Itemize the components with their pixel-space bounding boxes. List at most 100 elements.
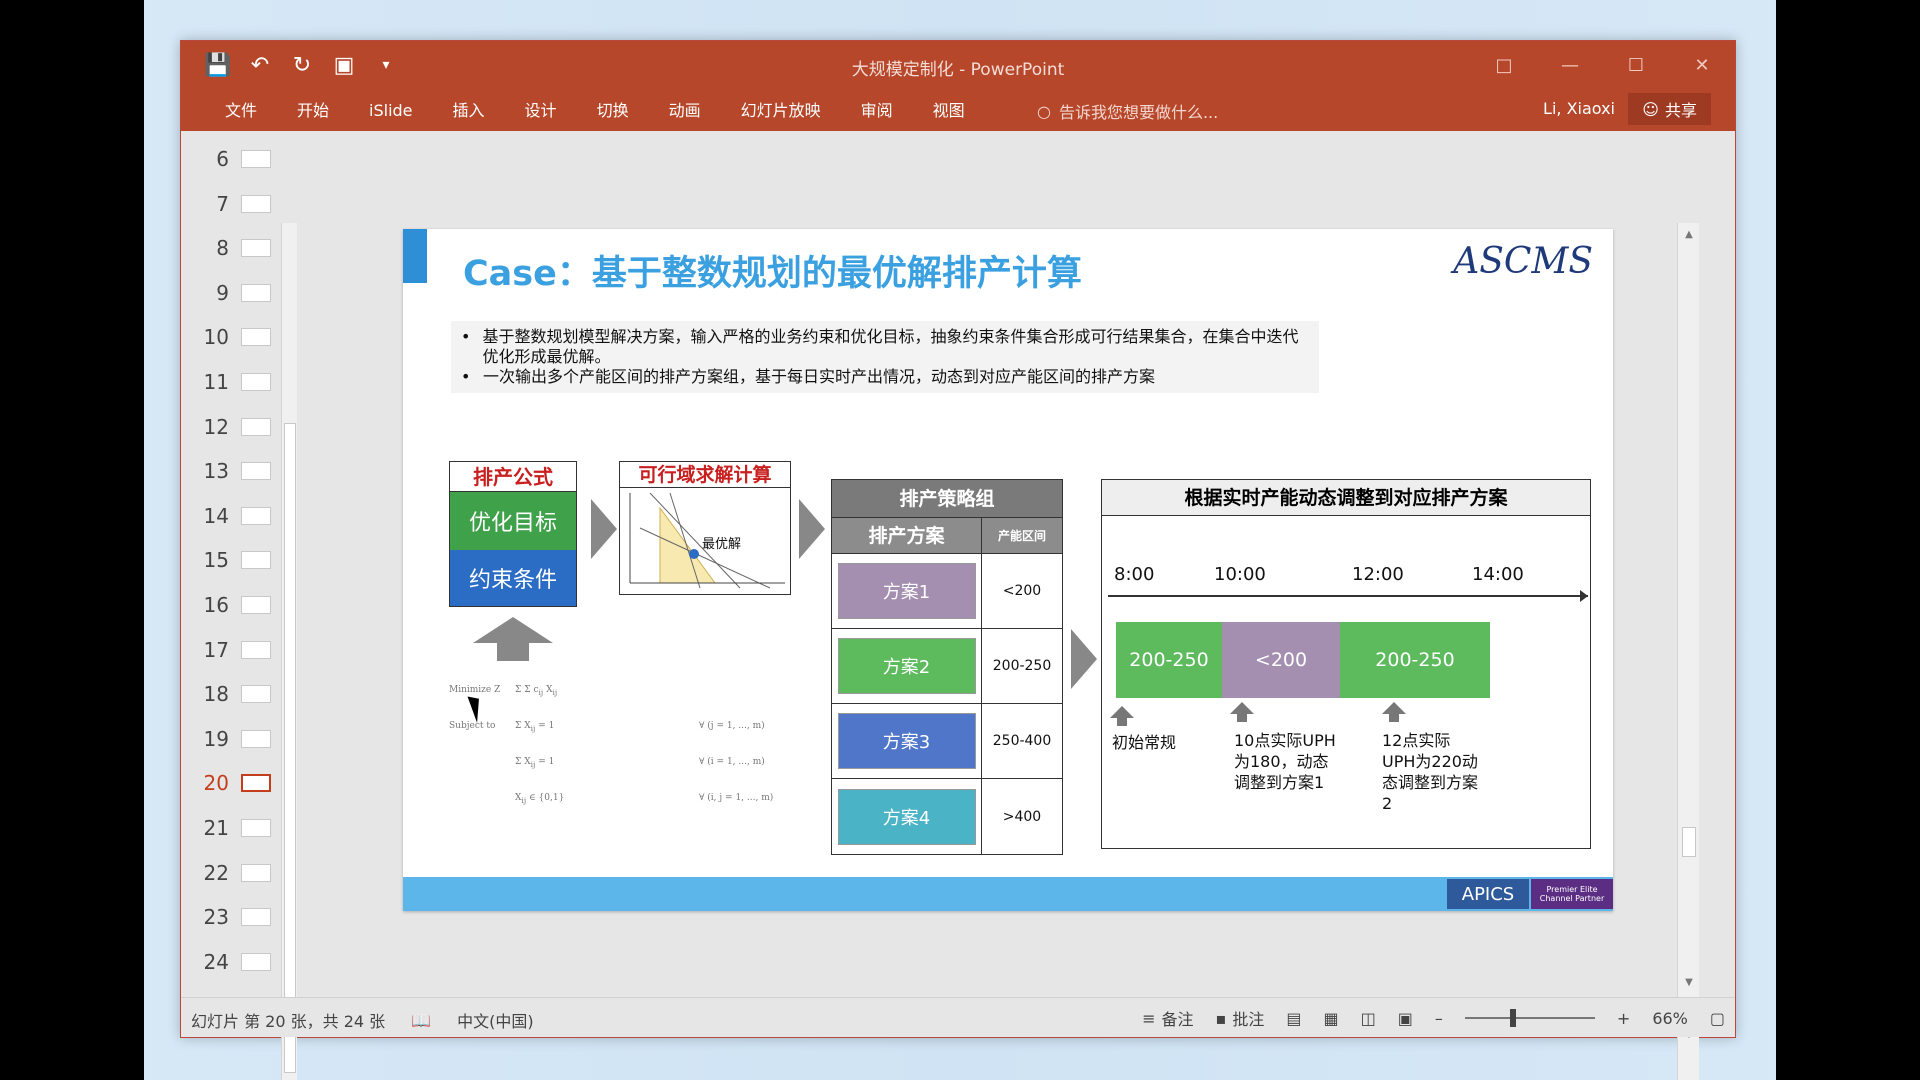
thumbnail-slide-14[interactable]: 14 xyxy=(195,496,295,536)
thumbnail-slide-9[interactable]: 9 xyxy=(195,273,295,313)
slideshow-icon[interactable]: ▣ xyxy=(1398,1009,1413,1028)
ascms-logo: ASCMS xyxy=(1453,241,1593,282)
fit-to-window-icon[interactable]: ▢ xyxy=(1710,1009,1725,1028)
thumbnail-number: 7 xyxy=(216,191,229,216)
strategy-row: 方案1 <200 xyxy=(832,554,1062,629)
thumbnail-number: 22 xyxy=(203,860,229,885)
slide-scroll-thumb[interactable] xyxy=(1682,827,1696,857)
tab-insert[interactable]: 插入 xyxy=(433,99,505,123)
thumbnail-slide-13[interactable]: 13 xyxy=(195,451,295,491)
thumbnail-slide-22[interactable]: 22 xyxy=(195,853,295,893)
thumbnail-slide-11[interactable]: 11 xyxy=(195,362,295,402)
thumbnail-number: 12 xyxy=(203,414,229,439)
plan-pill: 方案2 xyxy=(837,638,976,694)
reading-view-icon[interactable]: ◫ xyxy=(1361,1009,1376,1028)
tab-islide[interactable]: iSlide xyxy=(349,99,433,123)
thumbnail-slide-15[interactable]: 15 xyxy=(195,540,295,580)
thumbnail-slide-16[interactable]: 16 xyxy=(195,585,295,625)
thumbnail-preview xyxy=(241,283,271,302)
person-icon: ☺ xyxy=(1642,99,1659,119)
slide-sorter-icon[interactable]: ▦ xyxy=(1324,1009,1339,1028)
tab-slideshow[interactable]: 幻灯片放映 xyxy=(721,99,841,123)
note-initial: 初始常规 xyxy=(1112,733,1177,752)
tab-transitions[interactable]: 切换 xyxy=(577,99,649,123)
strategy-rows: 方案1 <200 方案2 200-250 方案3 250-400 方案4 >400 xyxy=(832,554,1062,854)
comment-icon: ▪ xyxy=(1215,1008,1227,1028)
thumbnail-slide-8[interactable]: 8 xyxy=(195,228,295,268)
thumbnail-slide-17[interactable]: 17 xyxy=(195,630,295,670)
timeline-segment: 200-250 xyxy=(1116,622,1222,698)
objective-block: 优化目标 xyxy=(450,492,576,550)
language-indicator[interactable]: 中文(中国) xyxy=(457,1008,534,1032)
subject-label: Subject to xyxy=(449,721,496,731)
up-arrow-icon xyxy=(1382,702,1406,714)
scroll-up-icon[interactable]: ▲ xyxy=(1682,229,1696,240)
thumbnail-slide-12[interactable]: 12 xyxy=(195,407,295,447)
zoom-slider[interactable] xyxy=(1464,1009,1595,1027)
spellcheck-icon[interactable]: 📖 xyxy=(411,1011,431,1030)
thumbnail-slide-19[interactable]: 19 xyxy=(195,719,295,759)
thumbnail-preview xyxy=(241,462,271,481)
slide-scrollbar[interactable]: ▲ ▼ ▲ ▼ xyxy=(1677,223,1699,1080)
formula-box: 排产公式 优化目标 约束条件 xyxy=(449,461,577,607)
scroll-down-icon[interactable]: ▼ xyxy=(1682,977,1696,988)
range-column-header: 产能区间 xyxy=(982,518,1062,553)
thumbnail-number: 13 xyxy=(203,459,229,484)
tab-review[interactable]: 审阅 xyxy=(841,99,913,123)
math-model: Minimize Z Σ Σ cij Xij Subject to Σ Xij … xyxy=(449,685,774,805)
time-label: 12:00 xyxy=(1352,564,1404,585)
bullet-list: • 基于整数规划模型解决方案，输入严格的业务约束和优化目标，抽象约束条件集合形成… xyxy=(451,321,1319,393)
thumbnail-number: 8 xyxy=(216,236,229,261)
thumbnail-slide-10[interactable]: 10 xyxy=(195,317,295,357)
right-arrow-icon xyxy=(1071,629,1097,689)
note-12pm: 12点实际UPH为220动态调整到方案2 xyxy=(1382,731,1479,813)
tab-home[interactable]: 开始 xyxy=(277,99,349,123)
tab-file[interactable]: 文件 xyxy=(205,99,277,123)
slide-canvas[interactable]: Case：基于整数规划的最优解排产计算 ASCMS • 基于整数规划模型解决方案… xyxy=(403,229,1613,911)
thumbnail-slide-18[interactable]: 18 xyxy=(195,674,295,714)
thumbnail-slide-7[interactable]: 7 xyxy=(195,184,295,224)
share-button[interactable]: ☺ 共享 xyxy=(1628,93,1711,125)
thumbnail-number: 21 xyxy=(203,816,229,840)
notes-button[interactable]: ≡ 备注 xyxy=(1142,1006,1193,1030)
zoom-level[interactable]: 66% xyxy=(1652,1009,1688,1028)
thumbnail-slide-20[interactable]: 20 xyxy=(195,763,295,803)
user-name[interactable]: Li, Xiaoxi xyxy=(1543,99,1615,118)
tab-view[interactable]: 视图 xyxy=(913,99,985,123)
thumbnail-number: 10 xyxy=(203,325,229,350)
close-icon[interactable]: ✕ xyxy=(1669,41,1735,89)
thumbnail-number: 20 xyxy=(203,771,229,796)
thumbnail-preview xyxy=(241,774,271,793)
zoom-out-icon[interactable]: – xyxy=(1435,1009,1443,1028)
timeline-arrow-icon xyxy=(1580,590,1588,602)
thumbnail-scrollbar[interactable] xyxy=(281,223,297,1080)
thumbnail-number: 19 xyxy=(203,726,229,751)
time-label: 14:00 xyxy=(1472,564,1524,585)
tell-me-box[interactable]: ○ 告诉我您想要做什么... xyxy=(1037,99,1218,123)
comments-button[interactable]: ▪ 批注 xyxy=(1216,1006,1265,1030)
plan-pill: 方案4 xyxy=(837,788,976,845)
up-arrow-icon xyxy=(1230,702,1254,714)
thumbnail-slide-21[interactable]: 21 xyxy=(195,808,295,848)
thumbnail-slide-23[interactable]: 23 xyxy=(195,897,295,937)
thumbnail-preview xyxy=(241,150,271,168)
tab-design[interactable]: 设计 xyxy=(505,99,577,123)
dynamic-adjust-box: 根据实时产能动态调整到对应排产方案 8:00 10:00 12:00 14:00… xyxy=(1101,479,1591,849)
thumbnail-preview xyxy=(241,908,271,927)
up-arrow-icon xyxy=(1110,706,1134,718)
minimize-icon[interactable]: — xyxy=(1537,41,1603,89)
thumbnail-slide-24[interactable]: 24 xyxy=(195,942,295,982)
normal-view-icon[interactable]: ▤ xyxy=(1286,1009,1301,1028)
maximize-icon[interactable]: ☐ xyxy=(1603,41,1669,89)
zoom-in-icon[interactable]: + xyxy=(1617,1009,1630,1028)
thumbnail-preview xyxy=(241,417,271,436)
tab-animations[interactable]: 动画 xyxy=(649,99,721,123)
zoom-slider-knob[interactable] xyxy=(1509,1009,1516,1027)
notes-icon: ≡ xyxy=(1142,1008,1156,1028)
plan-range: <200 xyxy=(1002,583,1042,599)
bullet-item: • 一次输出多个产能区间的排产方案组，基于每日实时产出情况，动态到对应产能区间的… xyxy=(461,367,1156,386)
thumbnail-preview xyxy=(241,819,271,837)
thumbnail-slide-6[interactable]: 6 xyxy=(195,139,295,179)
thumbnail-scroll-thumb[interactable] xyxy=(284,423,296,1073)
ribbon-display-icon[interactable]: □ xyxy=(1471,41,1537,89)
